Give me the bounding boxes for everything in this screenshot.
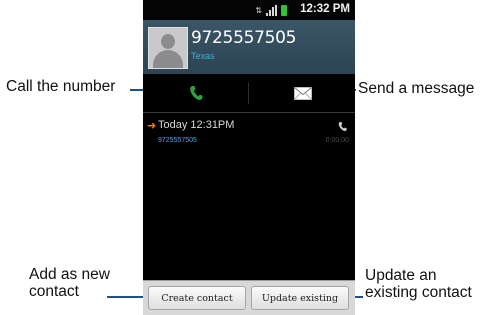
callout-line-create-contact xyxy=(107,296,148,298)
battery-icon xyxy=(281,5,287,16)
callout-add-as-new-line2: contact xyxy=(29,283,79,300)
call-log-duration: 0:00:00 xyxy=(325,137,349,144)
update-existing-button[interactable]: Update existing xyxy=(251,286,349,310)
signal-strength-icon xyxy=(266,5,277,16)
call-log-entry[interactable]: ➜ Today 12:31PM 9725557505 0:00:00 xyxy=(143,116,355,152)
callout-send-a-message: Send a message xyxy=(358,80,475,97)
status-bar: ⇅ 12:32 PM xyxy=(143,0,355,20)
contact-header: 9725557505 Texas xyxy=(143,20,355,74)
outgoing-call-arrow-icon: ➜ xyxy=(147,119,157,132)
call-type-phone-icon xyxy=(338,119,347,137)
callout-add-as-new-line1: Add as new xyxy=(29,266,110,283)
contact-actions xyxy=(143,74,355,112)
callout-call-the-number: Call the number xyxy=(6,78,116,95)
network-type-icon: ⇅ xyxy=(255,6,262,15)
contact-location: Texas xyxy=(191,51,215,61)
contact-number: 9725557505 xyxy=(191,28,297,48)
call-log-date: Today 12:31PM xyxy=(158,119,235,131)
status-time: 12:32 PM xyxy=(300,3,350,15)
bottom-button-bar: Create contact Update existing xyxy=(143,280,355,315)
send-message-button[interactable] xyxy=(250,74,355,112)
call-button[interactable] xyxy=(143,74,248,112)
envelope-icon xyxy=(293,86,312,100)
separator xyxy=(143,112,355,113)
callout-update-line1: Update an xyxy=(365,267,437,284)
action-divider xyxy=(248,82,249,104)
create-contact-button[interactable]: Create contact xyxy=(148,286,246,310)
call-log-number: 9725557505 xyxy=(158,137,197,144)
phone-screen: ⇅ 12:32 PM 9725557505 Texas ➜ Today 12:3… xyxy=(143,0,355,315)
phone-icon xyxy=(189,86,202,100)
default-contact-icon[interactable] xyxy=(148,27,188,69)
callout-update-line2: existing contact xyxy=(365,284,472,301)
